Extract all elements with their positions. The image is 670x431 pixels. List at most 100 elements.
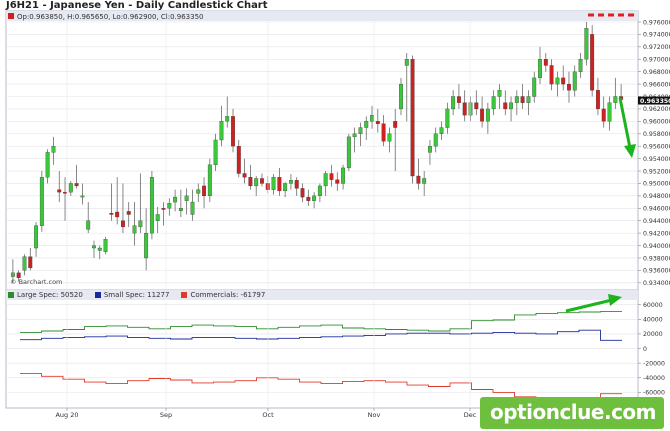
x-tick-label: Dec: [464, 411, 477, 419]
candle-body: [68, 183, 73, 193]
price-tick-label: 0.966000: [643, 81, 670, 88]
barchart-credit: © Barchart.com: [10, 278, 63, 286]
candle-body: [248, 177, 253, 187]
candle-body: [532, 77, 537, 97]
large-spec-swatch: [8, 292, 14, 298]
commercials-swatch: [181, 292, 188, 298]
candle-body: [509, 102, 513, 110]
candle-body: [294, 180, 299, 189]
candle: [590, 25, 595, 97]
price-tick-label: 0.948000: [643, 193, 670, 200]
candle-body: [126, 211, 131, 215]
candle-body: [422, 178, 427, 184]
x-tick-label: Aug 20: [55, 411, 78, 419]
legend-small-spec: Small Spec: 11277: [94, 291, 170, 299]
candle-body: [28, 256, 33, 269]
candle-body: [236, 146, 241, 174]
candle-body: [271, 177, 276, 190]
price-axis: 0.976000 0.974000 0.972000 0.970000 0.968000…: [638, 19, 670, 287]
candle: [39, 171, 44, 232]
candle-body: [312, 195, 317, 201]
small-spec-value: 11277: [147, 291, 170, 299]
cot-tick-label: 20000: [643, 331, 663, 338]
candle-body: [103, 239, 108, 252]
candle-body: [561, 77, 566, 85]
cot-tick-label: -60000: [643, 390, 665, 397]
cot-tick-label: 60000: [643, 302, 663, 309]
candle-body: [375, 121, 380, 124]
candle-body: [439, 127, 444, 134]
candle-body: [202, 185, 206, 197]
candle-body: [601, 108, 606, 122]
candle-body: [288, 180, 293, 184]
candle-body: [115, 211, 120, 218]
candle-body: [10, 272, 15, 277]
candle-body: [260, 178, 264, 184]
candle-body: [51, 146, 56, 153]
candle-body: [364, 121, 369, 128]
candle-body: [335, 179, 340, 184]
candle-body: [584, 28, 589, 60]
cot-panel-frame: [5, 289, 639, 409]
candle-body: [514, 96, 519, 103]
candle-body: [346, 136, 351, 169]
candle-body: [231, 116, 235, 147]
candle-body: [149, 177, 154, 234]
candle-body: [242, 173, 247, 178]
candle-body: [173, 196, 178, 203]
price-tick-label: 0.968000: [643, 69, 670, 76]
candle-body: [317, 185, 322, 197]
candle-body: [178, 208, 183, 211]
candle-body: [468, 102, 473, 116]
price-tick-label: 0.944000: [643, 218, 670, 225]
candle-body: [138, 220, 143, 228]
ohlc-swatch: [8, 13, 14, 19]
candle-body: [428, 146, 432, 153]
candle-body: [196, 189, 201, 194]
candle-body: [462, 102, 467, 116]
legend-large-spec: Large Spec: 50520: [8, 291, 83, 299]
candle-body: [80, 195, 85, 198]
cot-tick-label: 0: [643, 346, 647, 353]
candle-body: [590, 34, 595, 91]
price-tick-label: 0.946000: [643, 206, 670, 213]
candle: [149, 171, 154, 240]
price-tick-label: 0.934000: [643, 280, 670, 287]
candle-body: [329, 173, 334, 180]
candle-body: [595, 90, 600, 110]
candle-body: [283, 183, 288, 192]
candle-body: [207, 164, 212, 197]
candle-body: [225, 116, 230, 122]
candle-body: [254, 178, 259, 187]
candle-body: [503, 102, 508, 110]
candle-body: [161, 208, 166, 210]
candle-body: [323, 173, 328, 187]
cot-tick-label: 40000: [643, 317, 663, 324]
price-tick-label: 0.962000: [643, 106, 670, 113]
candle-body: [370, 114, 374, 122]
price-tick-label: 0.974000: [643, 32, 670, 39]
candle-body: [393, 121, 398, 128]
candle-body: [167, 203, 172, 209]
candle-body: [433, 133, 438, 147]
candle: [207, 158, 212, 203]
candle-body: [300, 188, 305, 198]
candle-body: [213, 139, 218, 165]
x-tick-label: Sep: [160, 411, 172, 419]
price-tick-label: 0.938000: [643, 255, 670, 262]
price-tick-label: 0.952000: [643, 168, 670, 175]
price-tick-label: 0.960000: [643, 119, 670, 126]
candle-body: [520, 96, 525, 103]
candle-body: [526, 96, 531, 103]
price-tick-label: 0.936000: [643, 268, 670, 275]
legend-commercials: Commercials: -61797: [181, 291, 265, 299]
cot-axis: 60000 40000 20000 0 -20000 -40000 -60000: [638, 302, 665, 397]
price-tick-label: 0.940000: [643, 243, 670, 250]
price-tick-label: 0.958000: [643, 131, 670, 138]
candle-body: [445, 108, 450, 128]
candle-body: [578, 59, 583, 72]
price-tick-label: 0.972000: [643, 44, 670, 51]
candle-body: [219, 121, 224, 141]
candle-body: [456, 96, 461, 103]
candle-body: [543, 59, 548, 66]
